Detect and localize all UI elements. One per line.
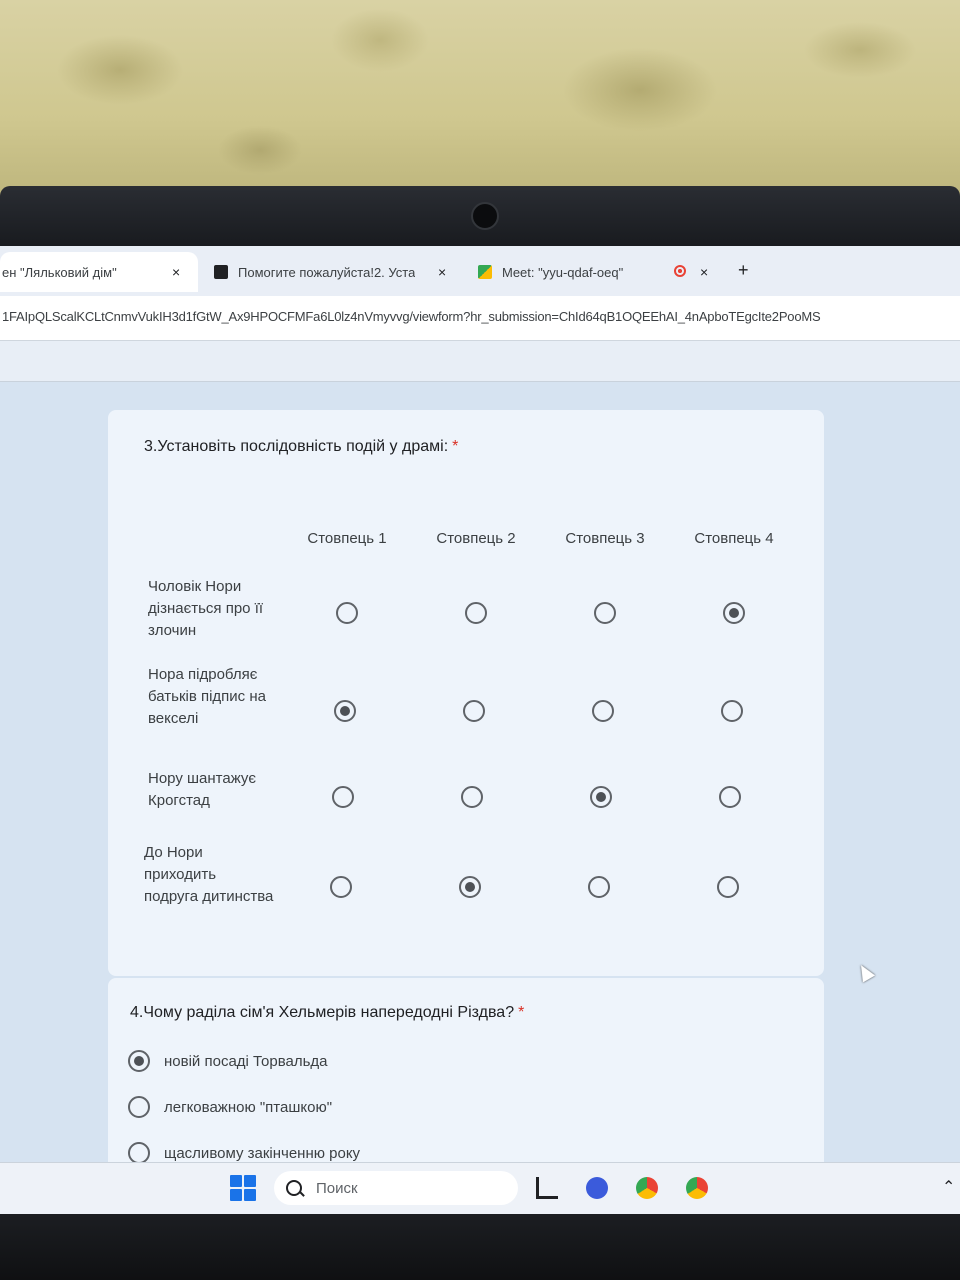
option-label: щасливому закінченню року bbox=[164, 1144, 361, 1162]
znanija-favicon-icon bbox=[214, 265, 228, 279]
grid-radio-r3-c2[interactable] bbox=[461, 786, 483, 808]
option-radio[interactable] bbox=[128, 1050, 150, 1072]
tab-close-icon[interactable]: × bbox=[700, 264, 708, 280]
option-label: новій посаді Торвальда bbox=[164, 1052, 328, 1070]
question-card-4: 4.Чому раділа сім'я Хельмерів напередодн… bbox=[108, 978, 824, 1178]
chat-icon[interactable] bbox=[586, 1177, 608, 1199]
task-view-icon[interactable] bbox=[536, 1177, 558, 1199]
grid-radio-r4-c2[interactable] bbox=[459, 876, 481, 898]
chrome-icon[interactable] bbox=[636, 1177, 658, 1199]
google-form-page: 3.Установіть послідовність подій у драмі… bbox=[0, 382, 960, 1178]
tab-lalkovyi-dim[interactable]: ен "Ляльковий дім" × bbox=[0, 252, 198, 292]
option-label: легковажною "пташкою" bbox=[164, 1098, 333, 1116]
tab-meet[interactable]: Meet: "yyu-qdaf-oeq" × bbox=[478, 252, 718, 292]
grid-column-header: Стовпець 1 bbox=[307, 530, 387, 547]
search-icon bbox=[286, 1180, 302, 1196]
grid-radio-r1-c3[interactable] bbox=[594, 602, 616, 624]
new-tab-button[interactable]: + bbox=[738, 260, 749, 281]
grid-radio-r3-c1[interactable] bbox=[332, 786, 354, 808]
grid-radio-r4-c3[interactable] bbox=[588, 876, 610, 898]
grid-radio-r2-c3[interactable] bbox=[592, 700, 614, 722]
grid-radio-r2-c2[interactable] bbox=[463, 700, 485, 722]
grid-column-header: Стовпець 3 bbox=[565, 530, 645, 547]
taskbar-search[interactable]: Поиск bbox=[274, 1171, 518, 1205]
laptop-bottom-bezel bbox=[0, 1214, 960, 1280]
grid-radio-r2-c1[interactable] bbox=[334, 700, 356, 722]
option-radio[interactable] bbox=[128, 1096, 150, 1118]
question-title: 4.Чому раділа сім'я Хельмерів напередодн… bbox=[130, 1004, 524, 1022]
grid-row-label: Чоловік Нори дізнається про її злочин bbox=[148, 578, 264, 639]
windows-start-icon[interactable] bbox=[230, 1175, 256, 1201]
address-bar[interactable]: 1FAIpQLScalKCLtCnmvVukIH3d1fGtW_Ax9HPOCF… bbox=[0, 296, 960, 341]
question-title-text: 3.Установіть послідовність подій у драмі… bbox=[144, 438, 449, 455]
required-asterisk: * bbox=[452, 438, 459, 455]
search-placeholder: Поиск bbox=[316, 1179, 358, 1197]
answer-option[interactable]: легковажною "пташкою" bbox=[128, 1096, 332, 1118]
tab-title: ен "Ляльковий дім" bbox=[2, 264, 117, 280]
tab-close-icon[interactable]: × bbox=[438, 264, 446, 280]
mouse-cursor-icon bbox=[854, 961, 876, 983]
answer-option[interactable]: щасливому закінченню року bbox=[128, 1142, 360, 1164]
wallpaper-background bbox=[0, 0, 960, 200]
grid-radio-r3-c3[interactable] bbox=[590, 786, 612, 808]
grid-row-label: Нора підробляє батьків підпис на векселі bbox=[148, 666, 266, 727]
grid-row-label: Нору шантажує Крогстад bbox=[148, 770, 257, 809]
option-radio[interactable] bbox=[128, 1142, 150, 1164]
tab-close-icon[interactable]: × bbox=[172, 264, 180, 280]
form-header-strip bbox=[0, 341, 960, 382]
address-url[interactable]: 1FAIpQLScalKCLtCnmvVukIH3d1fGtW_Ax9HPOCF… bbox=[2, 309, 821, 324]
grid-column-header: Стовпець 2 bbox=[436, 530, 516, 547]
grid-row-label: До Нори приходить подруга дитинства bbox=[144, 844, 274, 905]
grid-radio-r1-c2[interactable] bbox=[465, 602, 487, 624]
laptop-screen: ен "Ляльковий дім" × Помогите пожалуйста… bbox=[0, 246, 960, 1214]
grid-radio-r1-c1[interactable] bbox=[336, 602, 358, 624]
required-asterisk: * bbox=[518, 1004, 525, 1021]
grid-radio-r4-c1[interactable] bbox=[330, 876, 352, 898]
windows-taskbar: Поиск ⌃ bbox=[0, 1162, 960, 1214]
question-title-text: 4.Чому раділа сім'я Хельмерів напередодн… bbox=[130, 1004, 515, 1021]
chevron-up-icon[interactable]: ⌃ bbox=[942, 1177, 955, 1197]
question-title: 3.Установіть послідовність подій у драмі… bbox=[144, 438, 458, 456]
browser-tab-bar: ен "Ляльковий дім" × Помогите пожалуйста… bbox=[0, 246, 960, 296]
grid-radio-r4-c4[interactable] bbox=[717, 876, 739, 898]
grid-radio-r2-c4[interactable] bbox=[721, 700, 743, 722]
grid-radio-r3-c4[interactable] bbox=[719, 786, 741, 808]
tab-title: Meet: "yyu-qdaf-oeq" bbox=[502, 264, 624, 280]
grid-column-header: Стовпець 4 bbox=[694, 530, 774, 547]
answer-option[interactable]: новій посаді Торвальда bbox=[128, 1050, 328, 1072]
recording-indicator-icon bbox=[674, 265, 686, 277]
grid-radio-r1-c4[interactable] bbox=[723, 602, 745, 624]
tab-znanija[interactable]: Помогите пожалуйста!2. Уста × bbox=[214, 252, 454, 292]
tab-title: Помогите пожалуйста!2. Уста bbox=[238, 264, 416, 280]
meet-favicon-icon bbox=[478, 265, 492, 279]
webcam bbox=[471, 202, 499, 230]
question-card-3: 3.Установіть послідовність подій у драмі… bbox=[108, 410, 824, 976]
chrome-profile-icon[interactable] bbox=[686, 1177, 708, 1199]
